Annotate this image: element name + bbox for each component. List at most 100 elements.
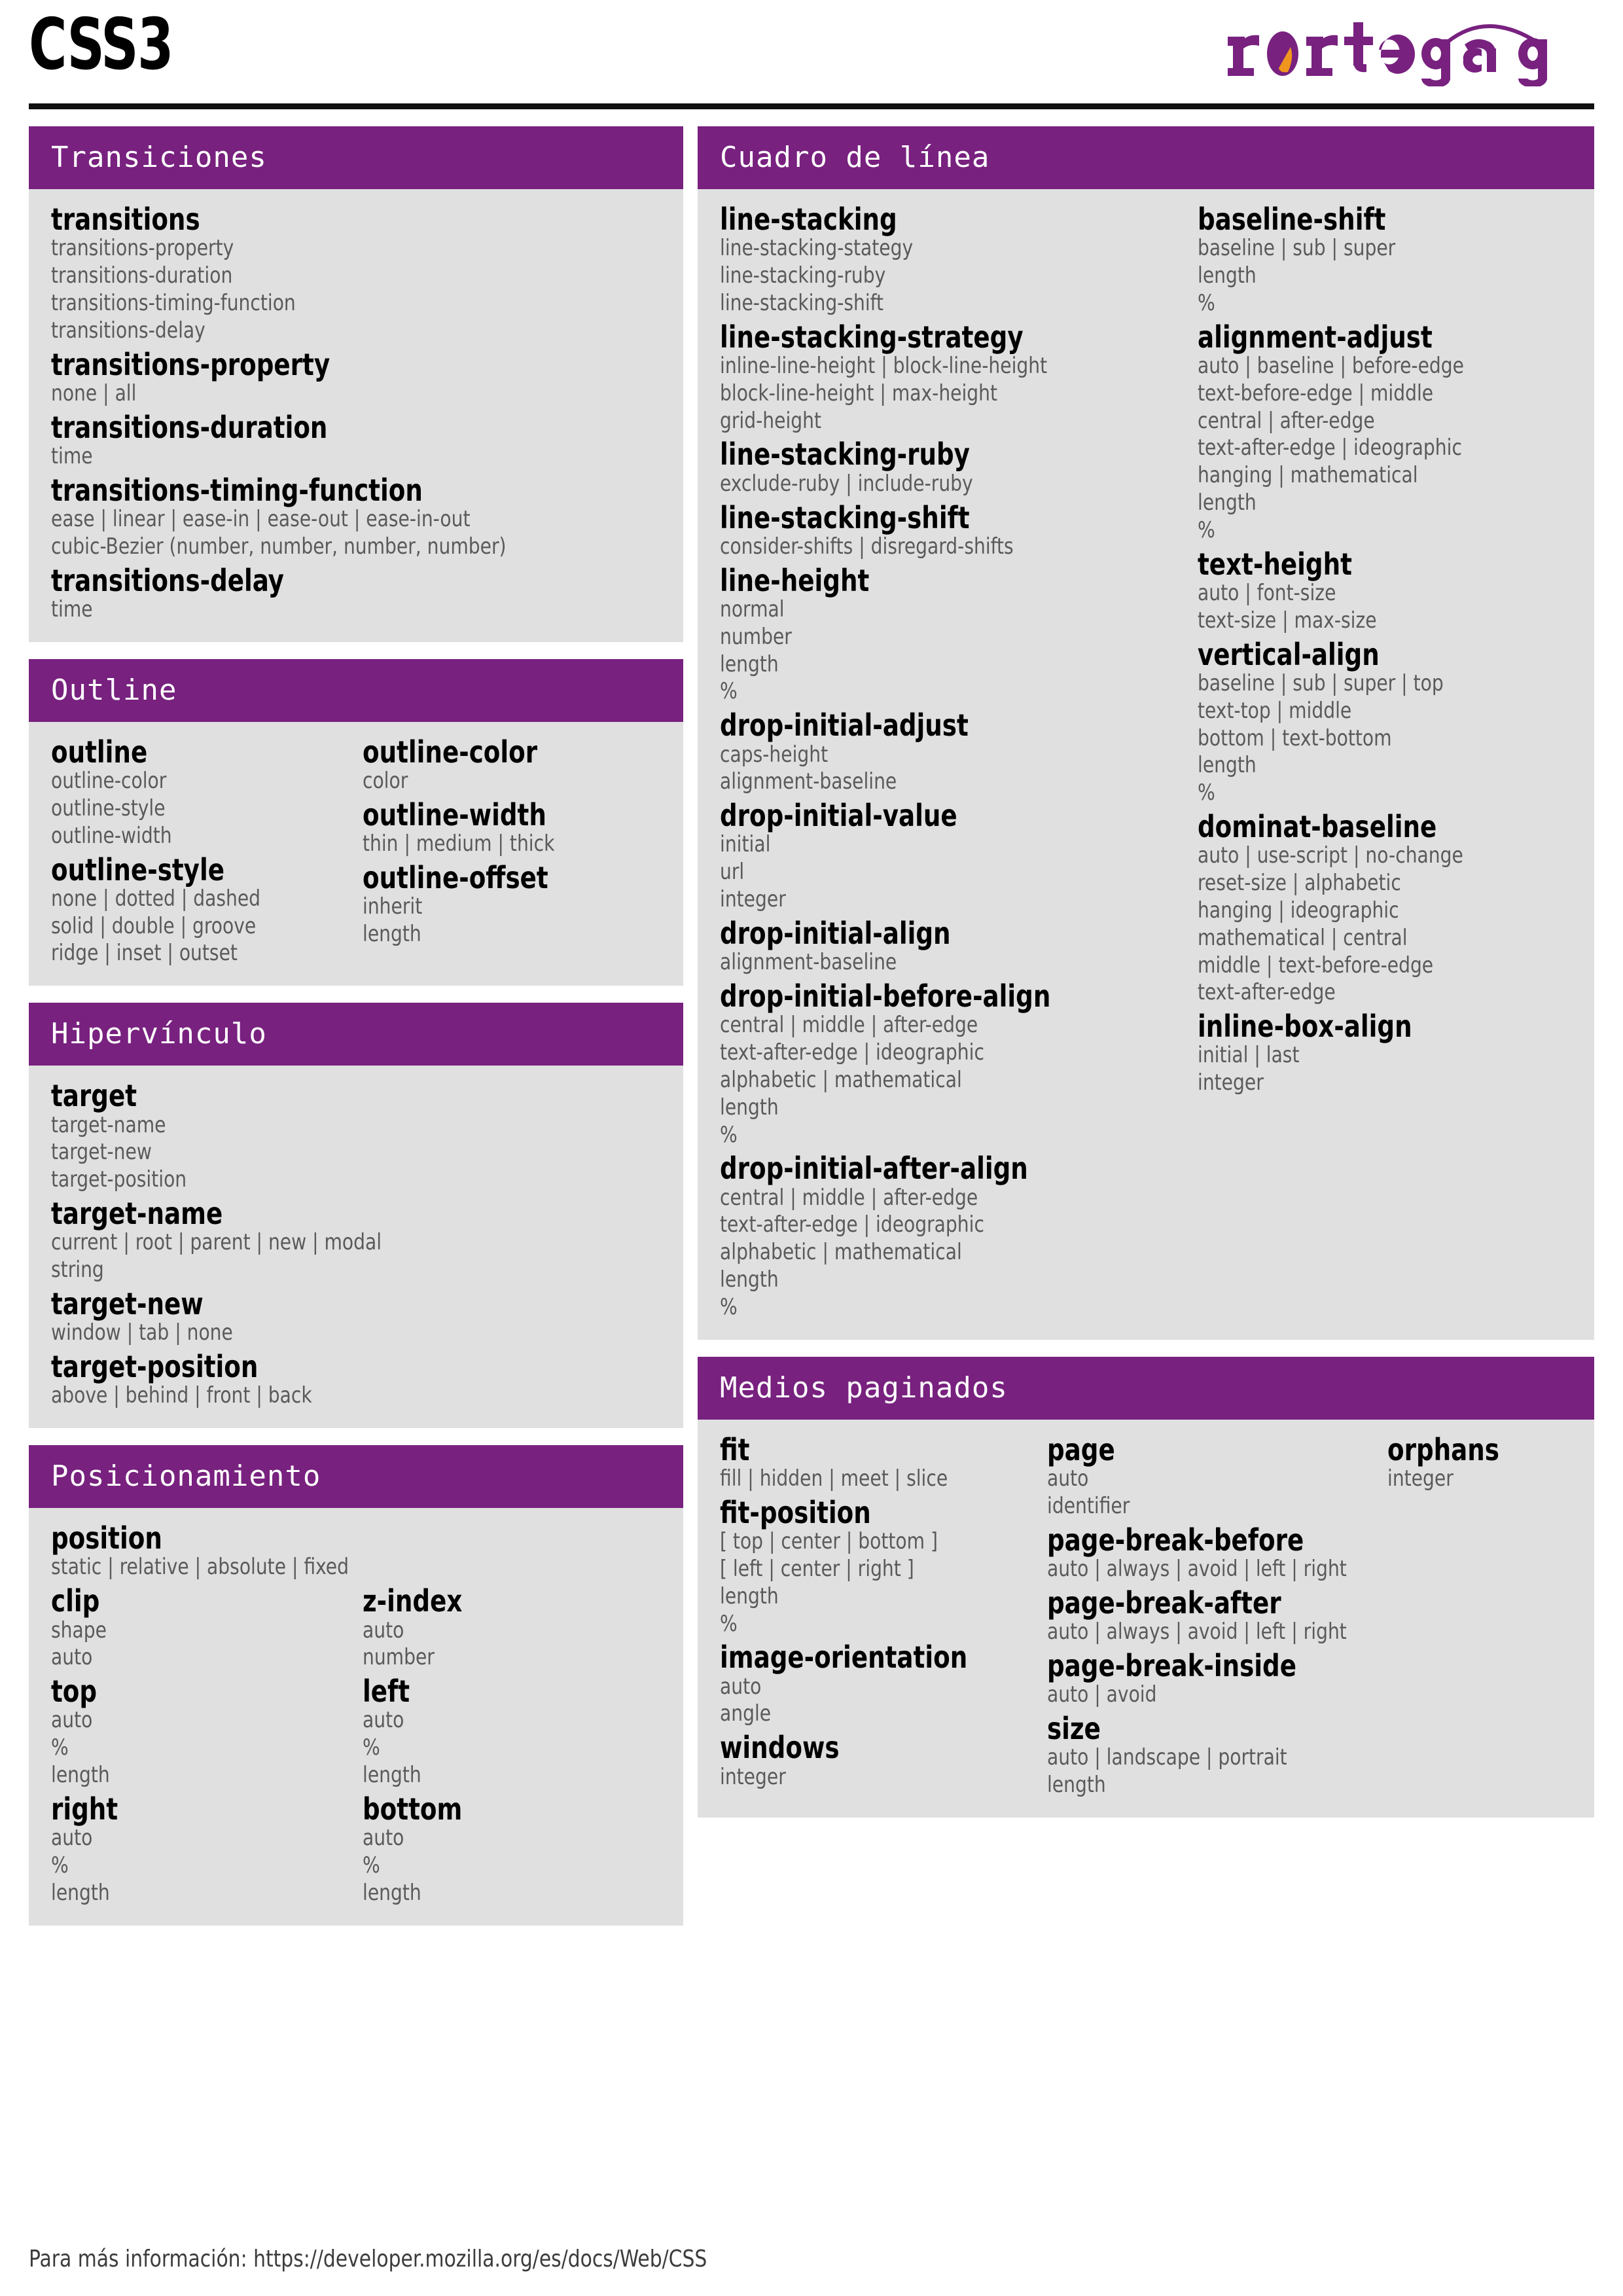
section-body-hipervinculo: target target-name target-new target-pos… [29, 1066, 683, 1428]
logo-wordmark-icon [1228, 22, 1547, 86]
property-value: length [363, 921, 421, 948]
property-value: integer [720, 886, 786, 913]
property-value: [ left | center | right ] [720, 1555, 914, 1582]
property-value: baseline | sub | super [1198, 235, 1396, 262]
property-value: above | behind | front | back [51, 1382, 312, 1409]
property-value: grid-height [720, 407, 822, 434]
cuadro-column-a: line-stacking line-stacking-stategy line… [720, 200, 1198, 1321]
property-value: ease | linear | ease-in | ease-out | eas… [51, 506, 471, 533]
property-value: target-name [51, 1111, 166, 1138]
section-medios-paginados: Medios paginados fit fill | hidden | mee… [698, 1356, 1594, 1818]
property-name: drop-initial-after-align [720, 1151, 1028, 1187]
property-name: target-position [51, 1349, 259, 1385]
property-value: auto | always | avoid | left | right [1047, 1555, 1347, 1582]
property-value: auto [51, 1825, 93, 1852]
property-name: fit-position [720, 1494, 871, 1530]
property-value: % [720, 678, 738, 705]
property-value: number [363, 1644, 435, 1671]
property-value: auto | baseline | before-edge [1198, 353, 1464, 380]
section-body-transiciones: transitions transitions-property transit… [29, 189, 683, 642]
content-columns: Transiciones transitions transitions-pro… [29, 126, 1594, 1926]
property-name: clip [51, 1583, 100, 1619]
property-value: auto [51, 1644, 93, 1671]
property-value: inline-line-height | block-line-height [720, 353, 1048, 380]
property-value: thin | medium | thick [363, 831, 555, 857]
section-body-medios-paginados: fit fill | hidden | meet | slice fit-pos… [698, 1420, 1594, 1818]
property-value: length [1198, 752, 1257, 779]
property-name: target-name [51, 1196, 223, 1231]
property-value: hanging | mathematical [1198, 462, 1418, 489]
property-name: line-stacking-shift [720, 499, 970, 535]
section-title-transiciones: Transiciones [29, 126, 683, 189]
posicionamiento-column-a: clip shape auto top auto % length right … [51, 1581, 363, 1907]
property-name: image-orientation [720, 1640, 968, 1676]
property-value: outline-color [51, 768, 167, 795]
property-name: drop-initial-align [720, 915, 951, 951]
property-name: vertical-align [1198, 636, 1380, 672]
property-value: auto [1047, 1465, 1089, 1492]
property-value: % [1198, 780, 1215, 806]
property-name: fit [720, 1431, 750, 1467]
section-title-cuadro-de-linea: Cuadro de línea [698, 126, 1594, 189]
page-header: CSS3 [29, 0, 1594, 109]
property-value: number [720, 623, 792, 650]
property-value: outline-style [51, 795, 166, 821]
property-name: transitions-duration [51, 409, 328, 445]
property-value: none | dotted | dashed [51, 885, 261, 912]
property-value: angle [720, 1700, 772, 1727]
property-value: target-new [51, 1139, 152, 1166]
property-value: integer [1387, 1465, 1454, 1492]
property-value: text-top | middle [1198, 697, 1352, 724]
property-name: page-break-before [1047, 1522, 1304, 1558]
property-name: outline-offset [363, 860, 548, 896]
section-hipervinculo: Hipervínculo target target-name target-n… [29, 1003, 683, 1429]
property-value: time [51, 596, 93, 622]
property-value: transitions-duration [51, 262, 233, 289]
property-value: mathematical | central [1198, 924, 1408, 951]
property-name: outline-color [363, 734, 538, 770]
property-name: target [51, 1078, 137, 1114]
property-name: windows [720, 1730, 840, 1766]
property-value: baseline | sub | super | top [1198, 670, 1444, 696]
property-value: target-position [51, 1166, 187, 1193]
property-value: none | all [51, 380, 137, 406]
property-value: color [363, 768, 408, 795]
section-outline: Outline outline outline-color outline-st… [29, 658, 683, 986]
section-title-medios-paginados: Medios paginados [698, 1356, 1594, 1420]
property-value: exclude-ruby | include-ruby [720, 470, 973, 497]
property-value: line-stacking-stategy [720, 235, 914, 262]
property-name: drop-initial-before-align [720, 978, 1051, 1014]
property-name: line-stacking-strategy [720, 319, 1024, 355]
medios-column-a: fit fill | hidden | meet | slice fit-pos… [720, 1430, 1047, 1799]
section-title-outline: Outline [29, 658, 683, 722]
property-value: integer [1198, 1069, 1264, 1096]
property-value: auto [363, 1825, 404, 1852]
property-value: time [51, 442, 93, 469]
property-value: auto [51, 1707, 93, 1734]
property-value: ridge | inset | outset [51, 940, 238, 967]
property-value: bottom | text-bottom [1198, 725, 1392, 751]
property-value: length [363, 1879, 421, 1906]
medios-column-b: page auto identifier page-break-before a… [1047, 1430, 1387, 1799]
property-name: left [363, 1674, 410, 1710]
property-value: central | middle | after-edge [720, 1184, 978, 1211]
property-value: transitions-timing-function [51, 289, 296, 316]
section-transiciones: Transiciones transitions transitions-pro… [29, 126, 683, 642]
property-value: % [51, 1852, 69, 1879]
property-value: auto | use-script | no-change [1198, 842, 1463, 869]
property-value: % [720, 1610, 738, 1637]
outline-column-b: outline-color color outline-width thin |… [363, 732, 664, 967]
property-value: cubic-Bezier (number, number, number, nu… [51, 533, 507, 560]
property-value: length [720, 651, 779, 677]
section-body-outline: outline outline-color outline-style outl… [29, 722, 683, 986]
property-value: alphabetic | mathematical [720, 1239, 962, 1266]
property-value: length [1198, 262, 1257, 289]
property-value: central | middle | after-edge [720, 1012, 978, 1039]
property-value: % [363, 1734, 380, 1761]
property-name: line-height [720, 562, 870, 598]
property-value: alphabetic | mathematical [720, 1066, 962, 1093]
property-name: orphans [1387, 1431, 1499, 1467]
property-name: alignment-adjust [1198, 319, 1433, 355]
property-value: static | relative | absolute | fixed [51, 1554, 349, 1581]
property-value: auto [363, 1617, 404, 1643]
